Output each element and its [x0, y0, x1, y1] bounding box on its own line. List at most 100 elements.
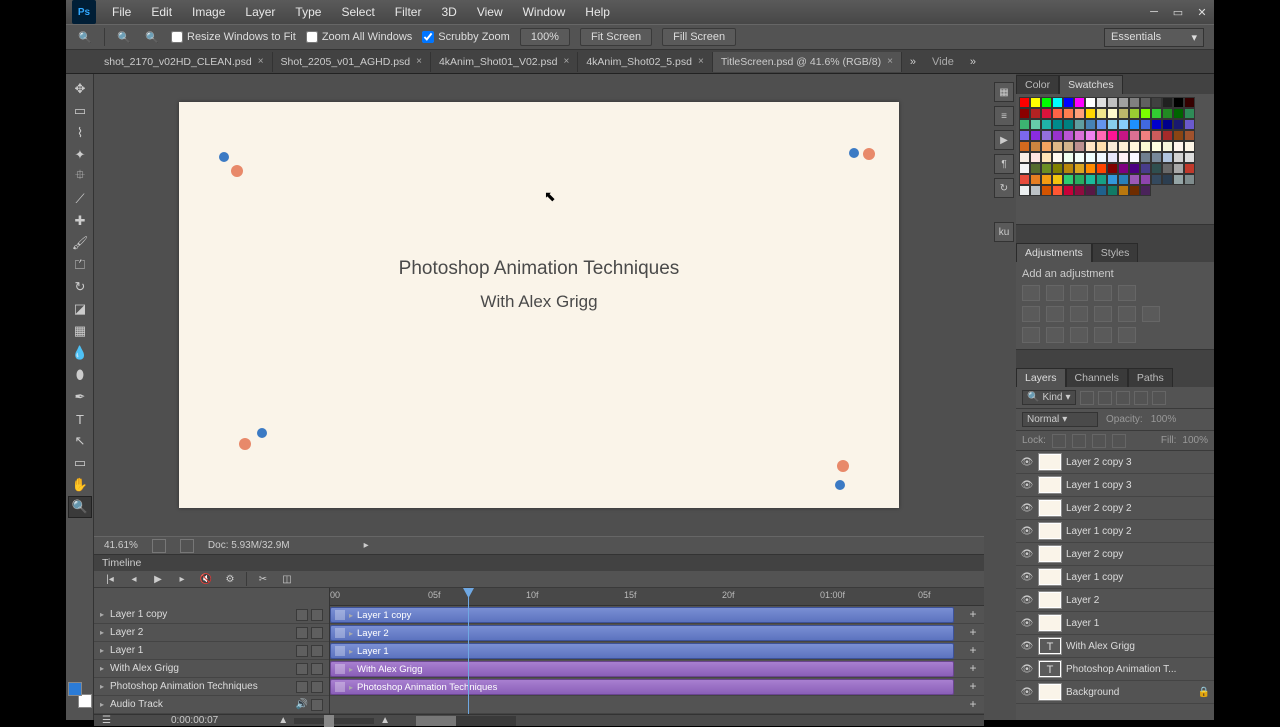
swatch[interactable] — [1041, 185, 1052, 196]
lasso-tool[interactable]: ⌇ — [68, 122, 92, 144]
timeline-clip[interactable]: ▸Layer 1 — [330, 643, 954, 659]
adj-levels-icon[interactable] — [1046, 285, 1064, 301]
layer-thumbnail[interactable]: T — [1038, 637, 1062, 655]
swatch[interactable] — [1184, 119, 1195, 130]
canvas[interactable]: Photoshop Animation Techniques With Alex… — [179, 102, 899, 508]
swatch[interactable] — [1063, 108, 1074, 119]
swatch[interactable] — [1184, 141, 1195, 152]
timeline-clip[interactable]: ▸With Alex Grigg — [330, 661, 954, 677]
workspace-dropdown[interactable]: Essentials▾ — [1104, 28, 1204, 47]
swatch[interactable] — [1052, 163, 1063, 174]
swatch[interactable] — [1019, 108, 1030, 119]
swatch[interactable] — [1052, 174, 1063, 185]
swatch[interactable] — [1107, 97, 1118, 108]
menu-edit[interactable]: Edit — [141, 1, 182, 23]
tab-swatches[interactable]: Swatches — [1059, 75, 1123, 94]
swatch[interactable] — [1140, 152, 1151, 163]
swatch[interactable] — [1019, 174, 1030, 185]
menu-view[interactable]: View — [467, 1, 513, 23]
swatch[interactable] — [1151, 97, 1162, 108]
swatch[interactable] — [1030, 97, 1041, 108]
swatch[interactable] — [1052, 185, 1063, 196]
swatch[interactable] — [1041, 141, 1052, 152]
menu-help[interactable]: Help — [575, 1, 620, 23]
track-icon[interactable] — [311, 663, 323, 675]
blend-mode-dropdown[interactable]: Normal ▾ — [1022, 412, 1098, 427]
tab-paths[interactable]: Paths — [1128, 368, 1173, 387]
add-clip-button[interactable]: + — [966, 626, 980, 640]
swatch[interactable] — [1030, 185, 1041, 196]
adj-channelmixer-icon[interactable] — [1118, 306, 1136, 322]
track-icon[interactable] — [311, 699, 323, 711]
swatch[interactable] — [1140, 130, 1151, 141]
swatch[interactable] — [1041, 108, 1052, 119]
track-icon[interactable] — [296, 681, 308, 693]
document-tab[interactable]: shot_2170_v02HD_CLEAN.psd× — [96, 52, 273, 72]
layer-row[interactable]: 👁Layer 1 — [1016, 612, 1214, 635]
eraser-tool[interactable]: ◪ — [68, 298, 92, 320]
swatch[interactable] — [1019, 141, 1030, 152]
swatch[interactable] — [1085, 141, 1096, 152]
adj-selectivecolor-icon[interactable] — [1118, 327, 1136, 343]
crop-tool[interactable]: ⯐ — [68, 166, 92, 188]
dock-icon[interactable]: ▶ — [994, 130, 1014, 150]
swatch[interactable] — [1151, 130, 1162, 141]
timeline-clip[interactable]: ▸Layer 2 — [330, 625, 954, 641]
layer-thumbnail[interactable] — [1038, 476, 1062, 494]
layer-row[interactable]: 👁TWith Alex Grigg — [1016, 635, 1214, 658]
swatch[interactable] — [1052, 141, 1063, 152]
adj-curves-icon[interactable] — [1070, 285, 1088, 301]
swatch[interactable] — [1173, 97, 1184, 108]
filter-smart-icon[interactable] — [1152, 391, 1166, 405]
swatch[interactable] — [1085, 97, 1096, 108]
swatch[interactable] — [1118, 152, 1129, 163]
resize-windows-checkbox[interactable]: Resize Windows to Fit — [171, 31, 296, 43]
tab-styles[interactable]: Styles — [1092, 243, 1139, 262]
swatch[interactable] — [1162, 130, 1173, 141]
swatch[interactable] — [1074, 130, 1085, 141]
layer-row[interactable]: 👁Layer 2 — [1016, 589, 1214, 612]
go-first-frame[interactable]: |◂ — [102, 571, 118, 587]
swatch[interactable] — [1173, 130, 1184, 141]
swatch[interactable] — [1063, 163, 1074, 174]
close-button[interactable]: ✕ — [1190, 2, 1214, 22]
menu-layer[interactable]: Layer — [235, 1, 285, 23]
swatch[interactable] — [1074, 152, 1085, 163]
swatch[interactable] — [1151, 163, 1162, 174]
dock-icon[interactable]: ▦ — [994, 82, 1014, 102]
layer-thumbnail[interactable] — [1038, 683, 1062, 701]
visibility-icon[interactable]: 👁 — [1020, 618, 1034, 629]
layer-thumbnail[interactable] — [1038, 591, 1062, 609]
filter-pixel-icon[interactable] — [1080, 391, 1094, 405]
swatch[interactable] — [1030, 163, 1041, 174]
color-swatches[interactable] — [66, 680, 94, 710]
zoom-all-checkbox[interactable]: Zoom All Windows — [306, 31, 412, 43]
swatch[interactable] — [1074, 174, 1085, 185]
track-label[interactable]: ▸Layer 1 — [94, 645, 329, 657]
menu-image[interactable]: Image — [182, 1, 235, 23]
swatch[interactable] — [1118, 130, 1129, 141]
menu-window[interactable]: Window — [513, 1, 576, 23]
layer-thumbnail[interactable] — [1038, 499, 1062, 517]
tab-close-icon[interactable]: × — [416, 56, 422, 67]
swatch[interactable] — [1019, 130, 1030, 141]
mute-button[interactable]: 🔇 — [198, 571, 214, 587]
swatch[interactable] — [1107, 163, 1118, 174]
swatch[interactable] — [1151, 119, 1162, 130]
layer-row[interactable]: 👁Layer 2 copy — [1016, 543, 1214, 566]
swatch[interactable] — [1085, 174, 1096, 185]
zoom-level[interactable]: 41.61% — [104, 540, 138, 551]
swatch[interactable] — [1063, 174, 1074, 185]
add-clip-button[interactable]: + — [966, 608, 980, 622]
swatch[interactable] — [1096, 97, 1107, 108]
swatch[interactable] — [1151, 141, 1162, 152]
layer-thumbnail[interactable] — [1038, 522, 1062, 540]
menu-3d[interactable]: 3D — [431, 1, 466, 23]
swatch[interactable] — [1129, 163, 1140, 174]
next-frame[interactable]: ▸ — [174, 571, 190, 587]
menu-type[interactable]: Type — [285, 1, 331, 23]
swatch[interactable] — [1118, 119, 1129, 130]
tab-channels[interactable]: Channels — [1066, 368, 1128, 387]
track-label[interactable]: ▸Layer 1 copy — [94, 609, 329, 621]
filter-shape-icon[interactable] — [1134, 391, 1148, 405]
